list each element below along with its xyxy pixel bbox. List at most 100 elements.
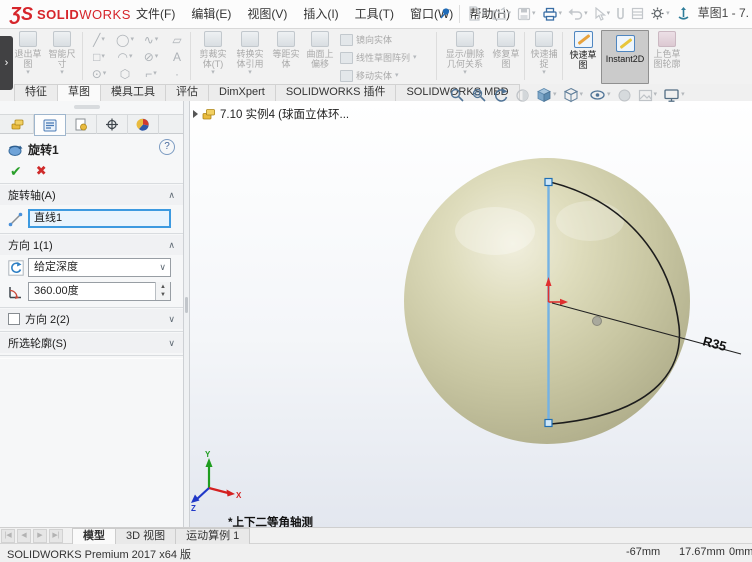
first-tab-button[interactable]: |◀ — [1, 528, 15, 543]
slot-tool-button[interactable]: ⊙ ▾ — [86, 65, 112, 82]
exit-sketch-button[interactable]: 退出草 图 ▾ — [12, 30, 44, 77]
selected-contours-group-header[interactable]: 所选轮廓(S) ∨ — [0, 333, 183, 353]
view-orientation-button[interactable]: ▾ — [535, 87, 558, 103]
graphics-viewport[interactable]: 7.10 实例4 (球面立体环... R35 Y X Z *上下二等角轴测 — [190, 101, 752, 529]
next-tab-button[interactable]: ▶ — [33, 528, 47, 543]
tab-mold-tools[interactable]: 模具工具 — [100, 84, 166, 101]
quick-snaps-button[interactable]: 快速捕 捉 ▾ — [528, 30, 560, 77]
menu-view[interactable]: 视图(V) — [239, 1, 295, 27]
command-manager-ribbon: 退出草 图 ▾ 智能尺 寸 ▾ ╱ ▾ ◯ ▾ ∿ ▾ ▱ □ ▾ ◠ ▾ ⊘ ▾ A ⊙ ▾ ⬡… — [0, 28, 752, 85]
text-tool-button[interactable]: A — [164, 48, 190, 65]
offset-entities-button[interactable]: 等距实 体 — [270, 30, 302, 69]
plane-tool-button[interactable]: ▱ — [164, 31, 190, 48]
menu-file[interactable]: 文件(F) — [128, 1, 183, 27]
tab-dimxpertmanager[interactable] — [97, 115, 128, 134]
magnet-icon[interactable] — [614, 5, 627, 23]
tab-3d-views[interactable]: 3D 视图 — [115, 527, 177, 544]
rapid-sketch-button[interactable]: 快速草 图 — [566, 30, 600, 70]
tab-configurationmanager[interactable] — [66, 115, 97, 134]
repair-sketch-button[interactable]: 修复草 图 — [490, 30, 522, 69]
save-button[interactable]: ▾ — [515, 5, 538, 23]
tab-dimxpert[interactable]: DimXpert — [208, 84, 276, 101]
direction1-group-header[interactable]: 方向 1(1) ∧ — [0, 235, 183, 255]
surface-offset-button[interactable]: 曲面上 偏移 — [303, 30, 337, 69]
point-tool-button[interactable]: · — [164, 65, 190, 82]
menu-insert[interactable]: 插入(I) — [295, 1, 346, 27]
angle-spinner-field[interactable]: 360.00度 ▲ ▼ — [28, 282, 171, 301]
apply-scene-button[interactable]: ▾ — [637, 88, 659, 103]
ellipse-tool-button[interactable]: ⊘ ▾ — [138, 48, 164, 65]
instant2d-button[interactable]: Instant2D — [601, 30, 649, 84]
prev-tab-button[interactable]: ◀ — [17, 528, 31, 543]
zoom-to-fit-button[interactable] — [448, 87, 466, 103]
panel-splitter-grip[interactable] — [74, 105, 100, 109]
tab-evaluate[interactable]: 评估 — [165, 84, 209, 101]
end-condition-select[interactable]: 给定深度 ∨ — [28, 258, 171, 277]
spin-down-icon[interactable]: ▼ — [160, 291, 166, 299]
rebuild-icon[interactable] — [674, 4, 693, 23]
sketch-endpoint-top[interactable] — [544, 177, 553, 187]
select-button[interactable]: ▾ — [592, 5, 613, 23]
shaded-sketch-contours-button[interactable]: 上色草 图轮廓 — [650, 30, 684, 69]
previous-view-button[interactable] — [492, 87, 510, 103]
smart-dimension-button[interactable]: 智能尺 寸 ▾ — [46, 30, 78, 77]
dimension-text: R35 — [701, 333, 728, 354]
panel-viewport-splitter[interactable] — [183, 101, 190, 527]
polygon-tool-button[interactable]: ⬡ — [112, 65, 138, 82]
section-view-button[interactable] — [514, 88, 531, 103]
flyout-tree-item[interactable]: 7.10 实例4 (球面立体环... — [193, 106, 349, 122]
sketch-endpoint-bottom[interactable] — [544, 418, 553, 428]
move-entities-button[interactable]: 移动实体 ▾ — [340, 69, 399, 82]
line-tool-button[interactable]: ╱ ▾ — [86, 31, 112, 48]
trim-entities-button[interactable]: 剪裁实 体(T) ▾ — [196, 30, 230, 77]
tab-solidworks-addins[interactable]: SOLIDWORKS 插件 — [274, 84, 397, 101]
hide-show-items-button[interactable]: ▾ — [588, 88, 612, 102]
tab-features[interactable]: 特征 — [14, 84, 58, 101]
tab-displaymanager[interactable] — [128, 115, 159, 134]
direction2-group-header[interactable]: 方向 2(2) ∨ — [0, 309, 183, 329]
spin-up-icon[interactable]: ▲ — [160, 283, 166, 291]
print-button[interactable]: ▾ — [540, 5, 565, 23]
circle-tool-button[interactable]: ◯ ▾ — [112, 31, 138, 48]
cancel-button[interactable]: ✖ — [36, 163, 47, 179]
menu-edit[interactable]: 编辑(E) — [183, 1, 239, 27]
axis-selection-field[interactable]: 直线1 — [28, 209, 171, 228]
reference-triad-icon[interactable]: Y X Z — [191, 450, 242, 513]
ok-button[interactable]: ✔ — [10, 163, 22, 179]
spline-tool-button[interactable]: ∿ ▾ — [138, 31, 164, 48]
axis-group-header[interactable]: 旋转轴(A) ∧ — [0, 185, 183, 205]
menu-tools[interactable]: 工具(T) — [347, 1, 402, 27]
tab-propertymanager[interactable] — [34, 114, 66, 136]
rectangle-tool-button[interactable]: □ ▾ — [86, 48, 112, 65]
fillet-tool-button[interactable]: ⌐ ▾ — [138, 65, 164, 82]
options-gear-button[interactable]: ▾ — [648, 4, 672, 23]
display-delete-relations-button[interactable]: 显示/删除 几何关系 ▾ — [441, 30, 489, 77]
zoom-to-area-button[interactable] — [470, 87, 488, 103]
mirror-entities-button[interactable]: 镜向实体 — [340, 33, 392, 46]
arc-tool-button[interactable]: ◠ ▾ — [112, 48, 138, 65]
task-pane-icon[interactable] — [629, 5, 646, 22]
tab-featuremanager-tree[interactable] — [3, 115, 34, 134]
expand-arrow-icon[interactable] — [193, 110, 198, 118]
linear-pattern-button[interactable]: 线性草图阵列 ▾ — [340, 51, 417, 64]
last-tab-button[interactable]: ▶| — [49, 528, 63, 543]
pin-menu-icon[interactable] — [436, 5, 453, 23]
tab-model[interactable]: 模型 — [72, 527, 116, 544]
display-style-button[interactable]: ▾ — [562, 87, 585, 103]
relations-icon — [456, 31, 474, 47]
help-icon[interactable]: ? — [159, 139, 175, 155]
new-document-button[interactable]: ▾ — [466, 4, 488, 23]
svg-text:Y: Y — [205, 450, 211, 459]
panel-flyout-arrow[interactable]: › — [0, 36, 13, 90]
view-settings-button[interactable]: ▾ — [662, 88, 686, 103]
sphere-body[interactable] — [404, 158, 690, 444]
edit-appearance-button[interactable] — [616, 88, 633, 103]
spinner-buttons[interactable]: ▲ ▼ — [155, 282, 170, 300]
open-document-button[interactable]: ▾ — [490, 5, 514, 23]
undo-button[interactable]: ▾ — [566, 5, 590, 22]
tab-motion-study[interactable]: 运动算例 1 — [175, 527, 251, 544]
revolve-direction-icon — [6, 259, 25, 278]
convert-entities-button[interactable]: 转换实 体引用 ▾ — [232, 30, 268, 77]
direction2-checkbox[interactable] — [8, 313, 20, 325]
tab-sketch[interactable]: 草图 — [57, 84, 101, 101]
